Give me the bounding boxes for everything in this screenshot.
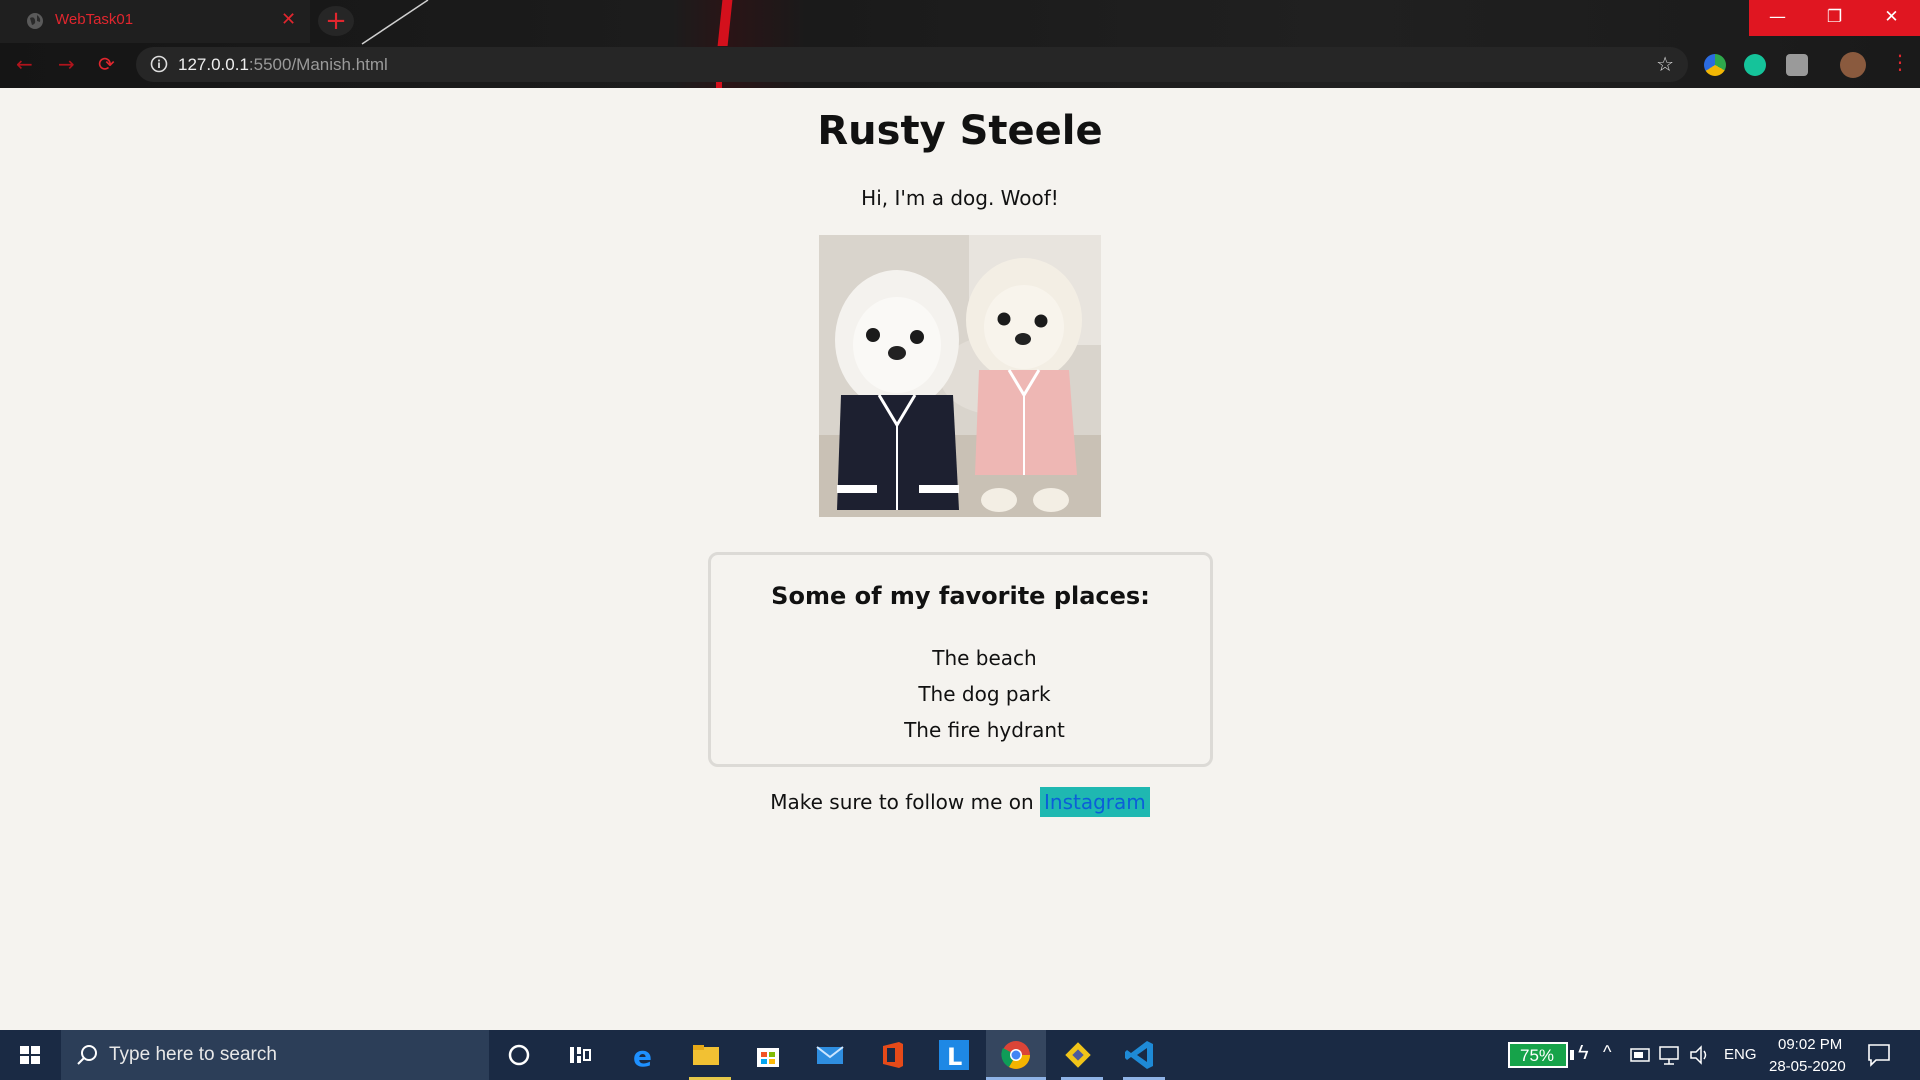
- vscode-icon[interactable]: [1123, 1038, 1157, 1072]
- close-window-button[interactable]: ✕: [1863, 0, 1920, 36]
- office-icon[interactable]: [875, 1038, 909, 1072]
- volume-icon[interactable]: [1688, 1044, 1712, 1066]
- battery-text: 75%: [1520, 1046, 1555, 1065]
- svg-text:L: L: [947, 1043, 962, 1071]
- extension-grammarly-icon[interactable]: [1744, 54, 1766, 76]
- battery-indicator[interactable]: 75%: [1508, 1042, 1568, 1068]
- tab-title: WebTask01: [55, 11, 134, 28]
- browser-chrome: WebTask01 ✕ + — ❐ ✕ ← → ⟳ 127.0.0.1:5500…: [0, 0, 1920, 88]
- clock-date: 28-05-2020: [1769, 1058, 1846, 1075]
- battery-tray-icon[interactable]: [1630, 1046, 1652, 1064]
- bookmark-star-icon[interactable]: ☆: [1656, 52, 1674, 76]
- charging-icon: ϟ: [1578, 1042, 1589, 1064]
- mail-icon[interactable]: [813, 1038, 847, 1072]
- taskbar: Type here to search e L 75% ϟ ^ ENG 09:0…: [0, 1030, 1920, 1080]
- notification-icon[interactable]: [1866, 1042, 1892, 1068]
- language-indicator[interactable]: ENG: [1724, 1046, 1757, 1063]
- site-info-icon[interactable]: [150, 55, 168, 73]
- git-icon[interactable]: [1061, 1038, 1095, 1072]
- wallpaper-line: [361, 0, 429, 45]
- chevron-up-icon[interactable]: ^: [1603, 1042, 1611, 1063]
- forward-icon[interactable]: →: [58, 52, 75, 76]
- reload-icon[interactable]: ⟳: [98, 52, 115, 76]
- places-list: The beach The dog park The fire hydrant: [711, 640, 1210, 748]
- battery-cap: [1570, 1050, 1574, 1060]
- list-item: The dog park: [918, 682, 1051, 706]
- web-page: Rusty Steele Hi, I'm a dog. Woof! Some o…: [0, 88, 1920, 1030]
- file-explorer-icon[interactable]: [689, 1038, 723, 1072]
- task-view-icon[interactable]: [563, 1038, 597, 1072]
- search-icon: [77, 1045, 97, 1065]
- restore-button[interactable]: ❐: [1806, 0, 1863, 36]
- new-tab-button[interactable]: +: [318, 6, 354, 36]
- address-bar[interactable]: 127.0.0.1:5500/Manish.html ☆: [136, 47, 1688, 82]
- list-item: The beach: [932, 646, 1037, 670]
- network-icon[interactable]: [1658, 1044, 1682, 1066]
- follow-text: Make sure to follow me on Instagram: [0, 787, 1920, 817]
- extension-drive-icon[interactable]: [1704, 54, 1726, 76]
- menu-dots-icon[interactable]: ⋮: [1890, 50, 1910, 74]
- clock-time: 09:02 PM: [1778, 1036, 1843, 1053]
- cortana-icon[interactable]: [502, 1038, 536, 1072]
- places-heading: Some of my favorite places:: [771, 582, 1150, 610]
- chrome-icon[interactable]: [999, 1038, 1033, 1072]
- back-icon[interactable]: ←: [16, 52, 33, 76]
- browser-tab[interactable]: WebTask01 ✕: [0, 0, 310, 43]
- minimize-button[interactable]: —: [1749, 0, 1806, 36]
- intro-text: Hi, I'm a dog. Woof!: [861, 186, 1059, 210]
- tab-close-icon[interactable]: ✕: [281, 9, 296, 30]
- svg-text:e: e: [633, 1040, 652, 1072]
- windows-start-icon[interactable]: [0, 1030, 60, 1080]
- lively-icon[interactable]: L: [937, 1038, 971, 1072]
- wallpaper-streak: [717, 0, 733, 46]
- edge-icon[interactable]: e: [627, 1038, 661, 1072]
- store-icon[interactable]: [751, 1038, 785, 1072]
- favorite-places-box: Some of my favorite places: The beach Th…: [708, 552, 1213, 767]
- list-item: The fire hydrant: [904, 718, 1065, 742]
- url-text: 127.0.0.1:5500/Manish.html: [178, 55, 388, 74]
- profile-avatar[interactable]: [1840, 52, 1866, 78]
- clock[interactable]: 09:02 PM 28-05-2020: [1764, 1034, 1860, 1078]
- dog-photo: [819, 235, 1101, 517]
- extension-puzzle-icon[interactable]: [1786, 54, 1808, 76]
- page-title: Rusty Steele: [817, 108, 1103, 154]
- search-placeholder: Type here to search: [109, 1044, 277, 1065]
- globe-icon: [27, 13, 43, 29]
- instagram-link[interactable]: Instagram: [1040, 787, 1150, 817]
- taskbar-search-input[interactable]: Type here to search: [61, 1030, 489, 1080]
